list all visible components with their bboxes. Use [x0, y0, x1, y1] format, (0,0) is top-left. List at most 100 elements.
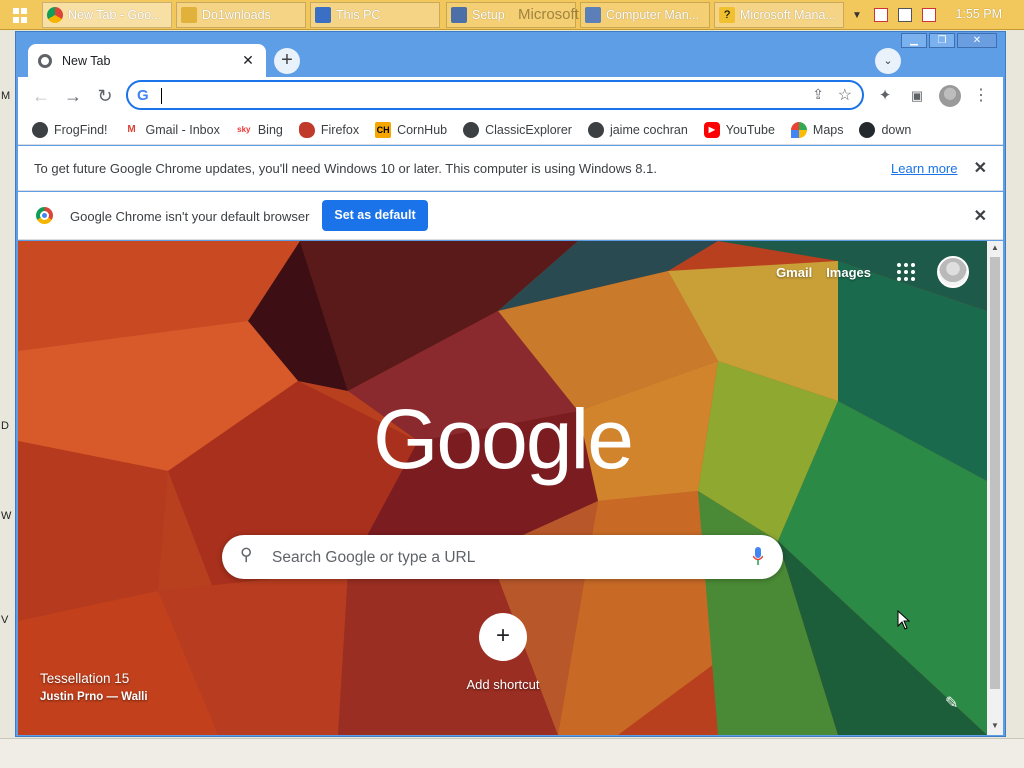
attribution-author: Justin Prno — Walli — [40, 691, 148, 703]
bookmark-label: Bing — [257, 122, 283, 137]
taskbar-item-label: New Tab - Goo... — [68, 8, 162, 22]
taskbar-item-chrome[interactable]: New Tab - Goo... — [42, 2, 172, 28]
chrome-logo-icon — [36, 207, 53, 224]
bookmark-label: jaime cochran — [609, 122, 688, 137]
desktop-edge-label: V — [1, 614, 9, 626]
management-icon — [585, 7, 601, 23]
scrollbar-thumb[interactable] — [990, 257, 1000, 689]
ntp-search-input[interactable] — [272, 547, 722, 569]
bookmark-item[interactable]: Firefox — [298, 121, 359, 138]
chevron-down-icon[interactable]: ▼ — [852, 10, 862, 21]
taskbar-item-microsoft-management[interactable]: ? Microsoft Mana... — [714, 2, 844, 28]
flag-icon[interactable] — [873, 8, 888, 22]
bookmarks-bar: FrogFind! M Gmail - Inbox sky Bing Firefox… — [18, 115, 1003, 145]
taskbar-item-label: Microsoft Mana... — [740, 8, 836, 22]
side-panel-icon[interactable]: ▣ — [907, 86, 927, 106]
start-button[interactable] — [4, 3, 34, 27]
tab-search-button[interactable]: ⌄ — [875, 48, 901, 74]
ntp-top-links: Gmail Images — [776, 256, 969, 288]
clock[interactable]: 1:55 PM — [955, 7, 1002, 21]
close-tab-icon[interactable]: ✕ — [240, 52, 256, 69]
taskbar-item-computer-management[interactable]: Computer Man... — [580, 2, 710, 28]
close-icon[interactable]: ✕ — [974, 206, 987, 226]
taskbar-item-downloads[interactable]: Do1wnloads — [176, 2, 306, 28]
background-attribution[interactable]: Tessellation 15 Justin Prno — Walli — [40, 671, 148, 703]
taskbar-item-label: Setup — [472, 8, 505, 22]
bookmark-label: Gmail - Inbox — [145, 122, 220, 137]
desktop-edge-label: M — [1, 90, 11, 102]
taskbar: New Tab - Goo... Do1wnloads This PC Setu… — [0, 0, 1024, 30]
reload-icon[interactable]: ↻ — [94, 85, 116, 107]
new-tab-button[interactable]: + — [274, 48, 300, 74]
computer-icon — [315, 7, 331, 23]
tab-strip: New Tab ✕ + ⌄ — [18, 32, 1005, 77]
update-message: To get future Google Chrome updates, you… — [34, 161, 657, 176]
bookmark-item[interactable]: ▶ YouTube — [703, 121, 775, 138]
bookmark-item[interactable]: sky Bing — [235, 121, 283, 138]
desktop-edge-label: D — [1, 420, 9, 432]
default-browser-infobar: Google Chrome isn't your default browser… — [18, 192, 1003, 240]
tab-new-tab[interactable]: New Tab ✕ — [28, 44, 266, 77]
set-as-default-button[interactable]: Set as default — [322, 200, 428, 231]
ntp-search-box[interactable]: ⚲ — [222, 535, 783, 579]
bookmark-label: CornHub — [397, 122, 448, 137]
address-bar[interactable]: G ⇪ ☆ — [126, 80, 864, 110]
chrome-icon — [47, 7, 63, 23]
taskbar-item-label: Do1wnloads — [202, 8, 271, 22]
bookmark-label: YouTube — [725, 122, 775, 137]
address-input[interactable] — [164, 85, 764, 105]
chrome-window: ▁ ❐ ✕ New Tab ✕ + ⌄ ← → ↻ G ⇪ ☆ ✦ ▣ ⋮ Fr… — [15, 31, 1006, 737]
microphone-icon[interactable] — [753, 547, 763, 567]
star-icon[interactable]: ☆ — [838, 85, 852, 105]
bookmark-item[interactable]: M Gmail - Inbox — [123, 121, 220, 138]
windows-logo-icon — [12, 7, 27, 24]
bookmark-item[interactable]: CH CornHub — [375, 121, 448, 138]
plus-icon[interactable]: + — [479, 613, 527, 661]
taskbar-item-label: This PC — [336, 8, 381, 22]
menu-kebab-icon[interactable]: ⋮ — [971, 86, 991, 106]
taskbar-item-this-pc[interactable]: This PC — [310, 2, 440, 28]
profile-avatar[interactable] — [939, 85, 961, 107]
bookmark-label: FrogFind! — [54, 122, 108, 137]
gmail-link[interactable]: Gmail — [776, 265, 812, 280]
google-logo: Google — [373, 392, 634, 486]
attribution-title: Tessellation 15 — [40, 671, 130, 686]
back-arrow-icon[interactable]: ← — [30, 85, 52, 107]
apps-grid-icon[interactable] — [897, 263, 915, 281]
profile-avatar-large[interactable] — [937, 256, 969, 288]
bookmark-item[interactable]: Maps — [790, 121, 843, 138]
bookmark-item[interactable]: jaime cochran — [587, 121, 688, 138]
background-window-strip — [0, 738, 1024, 768]
volume-muted-icon[interactable] — [921, 8, 936, 22]
taskbar-item-label: Computer Man... — [606, 8, 700, 22]
bookmark-item[interactable]: FrogFind! — [32, 121, 108, 138]
text-caret — [161, 88, 162, 104]
gmail-icon: M — [123, 121, 140, 138]
setup-icon — [451, 7, 467, 23]
folder-icon — [181, 7, 197, 23]
bookmark-label: down — [881, 122, 912, 137]
share-icon[interactable]: ⇪ — [812, 86, 824, 103]
close-icon[interactable]: ✕ — [974, 158, 987, 178]
globe-icon — [32, 121, 48, 138]
bookmark-item[interactable]: down — [859, 121, 912, 138]
learn-more-link[interactable]: Learn more — [891, 161, 957, 176]
chrome-tab-icon — [38, 53, 52, 68]
github-icon — [859, 121, 876, 138]
vertical-scrollbar[interactable]: ▲ ▼ — [987, 241, 1003, 735]
toolbar: ← → ↻ G ⇪ ☆ ✦ ▣ ⋮ — [18, 77, 1003, 115]
scroll-up-icon[interactable]: ▲ — [987, 243, 1003, 252]
pencil-icon[interactable]: ✎ — [945, 693, 958, 713]
add-shortcut[interactable]: + Add shortcut — [458, 613, 548, 692]
google-g-icon: G — [137, 87, 149, 104]
help-icon: ? — [719, 7, 735, 23]
images-link[interactable]: Images — [826, 265, 871, 280]
globe-icon — [587, 121, 604, 138]
extensions-icon[interactable]: ✦ — [875, 86, 895, 106]
scroll-down-icon[interactable]: ▼ — [987, 721, 1003, 730]
default-browser-message: Google Chrome isn't your default browser — [70, 209, 310, 224]
bookmark-item[interactable]: ClassicExplorer — [463, 121, 572, 138]
ghost-window-title: Microsoft — [518, 6, 579, 23]
network-icon[interactable] — [897, 8, 912, 22]
forward-arrow-icon[interactable]: → — [62, 85, 84, 107]
